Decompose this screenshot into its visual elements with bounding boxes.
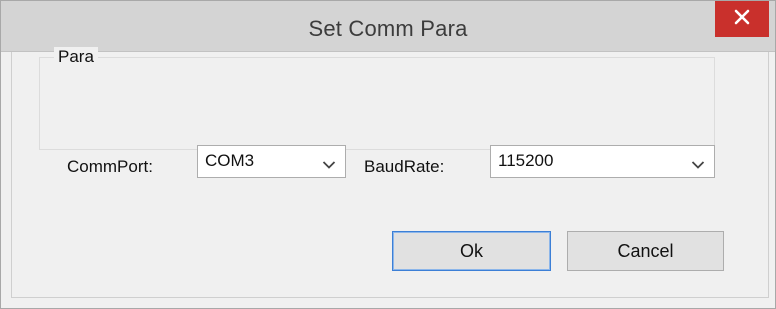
- baud-rate-select[interactable]: 115200: [490, 145, 715, 178]
- chevron-down-icon: [691, 157, 705, 175]
- comm-port-value: COM3: [205, 151, 255, 170]
- window-title: Set Comm Para: [308, 16, 468, 41]
- para-group-box: [39, 57, 715, 150]
- comm-port-label: CommPort:: [67, 157, 153, 176]
- para-group-label: Para: [54, 47, 98, 67]
- chevron-down-icon: [322, 157, 336, 175]
- close-button[interactable]: [715, 1, 769, 37]
- title-bar[interactable]: Set Comm Para: [1, 1, 775, 52]
- baud-rate-value: 115200: [498, 151, 554, 170]
- cancel-button[interactable]: Cancel: [567, 231, 724, 271]
- comm-port-select[interactable]: COM3: [197, 145, 346, 178]
- close-icon: [734, 9, 750, 30]
- dialog-window: Set Comm Para Para CommPort: COM3 BaudRa…: [0, 0, 776, 309]
- baud-rate-label: BaudRate:: [364, 157, 445, 176]
- ok-button[interactable]: Ok: [392, 231, 551, 271]
